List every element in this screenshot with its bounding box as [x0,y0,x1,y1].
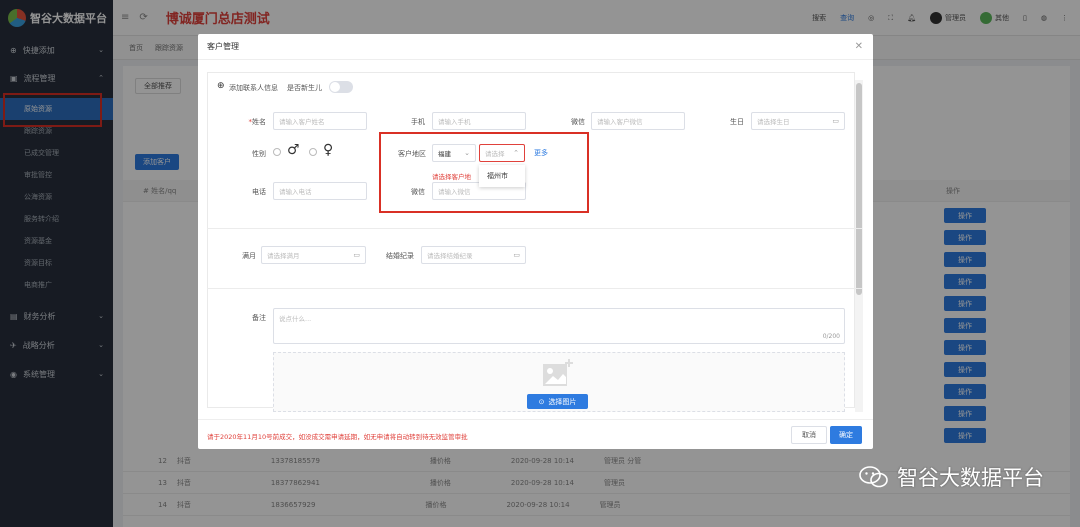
birthday-placeholder: 请选择生日 [757,118,790,126]
choose-image-button[interactable]: ⊙ 选择图片 [527,394,588,409]
wechat-icon [859,466,888,488]
birthday-field[interactable]: 请选择生日 ▭ [751,112,845,130]
gender-female-radio[interactable] [309,148,317,156]
wechat-field[interactable]: 请输入客户微信 [591,112,685,130]
remark-placeholder: 说点什么... [279,315,312,323]
phone-field[interactable]: 请输入电话 [273,182,367,200]
upload-icon: ⊙ [538,397,545,406]
choose-image-label: 选择图片 [548,397,577,406]
wechat-watermark: 智谷大数据平台 [859,462,1044,492]
marriage-field[interactable]: 请选择结婚纪录 ▭ [421,246,526,264]
image-icon [543,359,573,386]
footer-note: 请于2020年11月10号前成交，如没成交需申请延期，如无申请将自动转到待无效监… [207,433,468,441]
remark-textarea[interactable]: 说点什么... 0/200 [273,308,845,344]
modal-header: 客户管理 [198,34,873,60]
calendar-icon: ▭ [513,251,520,259]
section-divider [207,228,862,229]
region-highlight-box [379,132,589,213]
wechat-placeholder: 请输入客户微信 [597,118,643,126]
calendar-icon: ▭ [353,251,360,259]
mobile-placeholder: 请输入手机 [438,118,471,126]
name-label-text: 姓名 [252,118,266,126]
watermark-text: 智谷大数据平台 [897,466,1044,490]
male-icon: ♂ [287,142,300,158]
gender-male-radio[interactable] [273,148,281,156]
add-circle-icon[interactable]: ⊕ [217,81,225,91]
marriage-label: 结婚纪录 [386,252,414,260]
newborn-label: 是否新生儿 [287,84,322,92]
marriage-placeholder: 请选择结婚纪录 [427,252,473,260]
close-icon[interactable]: ✕ [855,41,863,52]
remark-count: 0/200 [822,333,840,340]
wechat-label: 微信 [571,118,585,126]
modal-footer: 请于2020年11月10号前成交，如没成交需申请延期，如无申请将自动转到待无效监… [198,419,873,449]
name-placeholder: 请输入客户姓名 [279,118,325,126]
name-label: *姓名 [236,117,267,127]
phone-placeholder: 请输入电话 [279,188,312,196]
cancel-button[interactable]: 取消 [791,426,827,444]
remark-label: 备注 [252,314,266,322]
modal-title: 客户管理 [207,42,239,51]
gender-label: 性别 [252,150,266,158]
mobile-label: 手机 [411,118,425,126]
add-contact-label[interactable]: 添加联系人信息 [229,83,278,93]
section-divider [207,288,862,289]
phone-label: 电话 [252,188,266,196]
confirm-button[interactable]: 确定 [830,426,862,444]
calendar-icon: ▭ [832,117,839,125]
name-field[interactable]: 请输入客户姓名 [273,112,367,130]
fullmonth-placeholder: 请选择满月 [267,252,300,260]
newborn-toggle[interactable] [329,81,353,93]
female-icon: ♀ [323,142,334,158]
birthday-label: 生日 [730,118,744,126]
modal-scroll-thumb[interactable] [856,83,862,295]
mobile-field[interactable]: 请输入手机 [432,112,526,130]
fullmonth-field[interactable]: 请选择满月 ▭ [261,246,366,264]
fullmonth-label: 满月 [242,252,256,260]
